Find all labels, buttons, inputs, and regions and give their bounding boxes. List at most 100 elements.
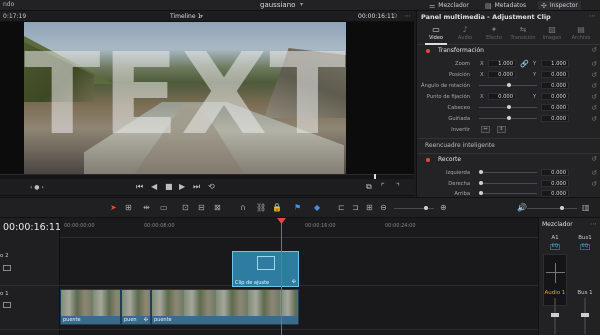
crop-right-slider-knob[interactable]	[479, 181, 483, 185]
crop-right-slider[interactable]	[479, 183, 537, 184]
inspector-menu-icon[interactable]: ⋯	[589, 12, 596, 20]
stop-icon[interactable]: ■	[165, 182, 173, 191]
transform-section-header[interactable]: Transformación ↺	[417, 46, 600, 56]
reset-icon[interactable]: ↺	[591, 82, 597, 90]
zoom-slider[interactable]	[394, 208, 434, 209]
yaw-slider-knob[interactable]	[507, 116, 511, 120]
viewer-menu-icon[interactable]: ⋯	[404, 12, 411, 20]
overwrite-clip-icon[interactable]: ⊟	[198, 203, 205, 212]
reset-icon[interactable]: ↺	[591, 46, 597, 54]
enable-toggle-icon[interactable]	[426, 49, 430, 53]
crop-left-field[interactable]: 0.000	[541, 169, 569, 176]
link-icon[interactable]: 🔗	[520, 60, 529, 68]
tab-file[interactable]: ▤ Archivo	[566, 23, 596, 45]
volume-slider[interactable]	[527, 208, 577, 209]
snapping-icon[interactable]: ∩	[240, 203, 246, 212]
tab-video[interactable]: ▭ Video	[421, 23, 451, 45]
crop-section-header[interactable]: Recorte ↺	[417, 155, 600, 165]
project-dropdown-icon[interactable]: ▾	[300, 1, 303, 8]
eq-button[interactable]: EQ	[580, 244, 590, 250]
zoom-custom-icon[interactable]: ⊞	[366, 203, 373, 212]
volume-slider-knob[interactable]	[560, 206, 564, 210]
zoom-in-icon[interactable]: ⊕	[440, 203, 447, 212]
zoom-x-field[interactable]: 1.000	[488, 60, 516, 67]
reset-icon[interactable]: ↺	[591, 180, 597, 188]
crop-right-field[interactable]: 0.000	[541, 180, 569, 187]
jog-icon[interactable]: ‹ ● ›	[30, 184, 44, 191]
eq-button[interactable]: EQ	[550, 244, 560, 250]
timeline-dropdown-icon[interactable]: ▾	[200, 13, 203, 20]
video-clip[interactable]: puente	[60, 289, 121, 325]
replace-clip-icon[interactable]: ⊠	[214, 203, 221, 212]
crop-top-slider-knob[interactable]	[479, 191, 483, 195]
timeline-ruler[interactable]: 00:00:00:00 00:00:08:00 00:00:16:00 00:0…	[60, 218, 538, 238]
rotation-slider-knob[interactable]	[507, 83, 511, 87]
mark-in-icon[interactable]: ⌜	[381, 182, 385, 191]
reset-icon[interactable]: ↺	[591, 60, 597, 68]
reset-icon[interactable]: ↺	[591, 155, 597, 163]
playhead[interactable]	[281, 222, 282, 335]
reset-icon[interactable]: ↺	[591, 93, 597, 101]
pitch-field[interactable]: 0.000	[541, 104, 569, 111]
go-to-end-icon[interactable]: ⏭	[193, 182, 200, 192]
metadata-toggle-button[interactable]: ▤ Metadatos	[485, 1, 526, 10]
trim-tool-icon[interactable]: ⊞	[125, 203, 132, 212]
mark-out-icon[interactable]: ⌝	[396, 182, 400, 191]
position-lock-icon[interactable]: 🔒	[272, 203, 282, 212]
anchor-x-field[interactable]: 0.000	[488, 93, 516, 100]
audio-meter-icon[interactable]: ▥	[582, 203, 590, 212]
zoom-y-field[interactable]: 1.000	[541, 60, 569, 67]
rotation-field[interactable]: 0.000	[541, 82, 569, 89]
zoom-detail-icon[interactable]: ⊐	[352, 203, 359, 212]
reset-icon[interactable]: ↺	[591, 169, 597, 177]
flag-icon[interactable]: ⚑	[294, 203, 301, 212]
crop-top-slider[interactable]	[479, 193, 537, 194]
reset-icon[interactable]: ↺	[591, 104, 597, 112]
viewer-options-icon[interactable]: ⊙	[392, 12, 398, 20]
tab-transition[interactable]: ⇆ Transición	[508, 23, 538, 45]
enable-toggle-icon[interactable]	[426, 158, 430, 162]
yaw-field[interactable]: 0.000	[541, 115, 569, 122]
audio1-fader-knob[interactable]	[551, 313, 559, 317]
adjustment-clip[interactable]: Clip de ajuste ✣	[232, 251, 299, 287]
match-frame-icon[interactable]: ⧉	[366, 182, 372, 192]
anchor-y-field[interactable]: 0.000	[541, 93, 569, 100]
dynamic-trim-icon[interactable]: ⇹	[143, 203, 150, 212]
timeline-selector[interactable]: Timeline 1	[170, 13, 201, 20]
tab-audio[interactable]: ♪ Audio	[450, 23, 480, 45]
zoom-slider-knob[interactable]	[424, 206, 428, 210]
play-reverse-icon[interactable]: ◀	[151, 182, 157, 191]
track-monitor-icon[interactable]	[3, 265, 11, 271]
tab-image[interactable]: ▨ Imagen	[537, 23, 567, 45]
reset-icon[interactable]: ↺	[591, 115, 597, 123]
mixer-toggle-button[interactable]: ⚌ Mezclador	[429, 1, 469, 10]
video-clip[interactable]: puen ✣	[121, 289, 151, 325]
position-x-field[interactable]: 0.000	[488, 71, 516, 78]
pitch-slider-knob[interactable]	[507, 105, 511, 109]
reset-icon[interactable]: ↺	[591, 71, 597, 79]
insert-clip-icon[interactable]: ⊡	[182, 203, 189, 212]
blade-tool-icon[interactable]: ▭	[160, 203, 168, 212]
linked-selection-icon[interactable]: ⛓	[256, 203, 266, 212]
selection-tool-icon[interactable]: ➤	[110, 203, 117, 212]
crop-top-field[interactable]: 0.000	[541, 190, 569, 197]
crop-left-slider[interactable]	[479, 172, 537, 173]
flip-vertical-icon[interactable]: ⇕	[497, 126, 506, 133]
inspector-toggle-button[interactable]: ✣ Inspector	[538, 1, 581, 10]
tab-effects[interactable]: ✦ Efecto	[479, 23, 509, 45]
go-to-start-icon[interactable]: ⏮	[136, 182, 143, 192]
volume-icon[interactable]: 🔊	[517, 203, 527, 212]
play-icon[interactable]: ▶	[179, 182, 185, 191]
zoom-full-icon[interactable]: ⊏	[338, 203, 345, 212]
loop-icon[interactable]: ⟲	[208, 182, 215, 191]
crop-left-slider-knob[interactable]	[479, 170, 483, 174]
position-y-field[interactable]: 0.000	[541, 71, 569, 78]
marker-icon[interactable]: ◆	[314, 203, 320, 212]
smart-reframe-section-header[interactable]: Reencuadre inteligente	[417, 141, 600, 151]
mixer-menu-icon[interactable]: ⋯	[590, 220, 597, 228]
video-clip[interactable]: puente	[151, 289, 299, 325]
bus1-fader-knob[interactable]	[581, 313, 589, 317]
track-monitor-icon[interactable]	[3, 302, 11, 308]
flip-horizontal-icon[interactable]: ⇔	[481, 126, 490, 133]
zoom-out-icon[interactable]: ⊖	[380, 203, 387, 212]
